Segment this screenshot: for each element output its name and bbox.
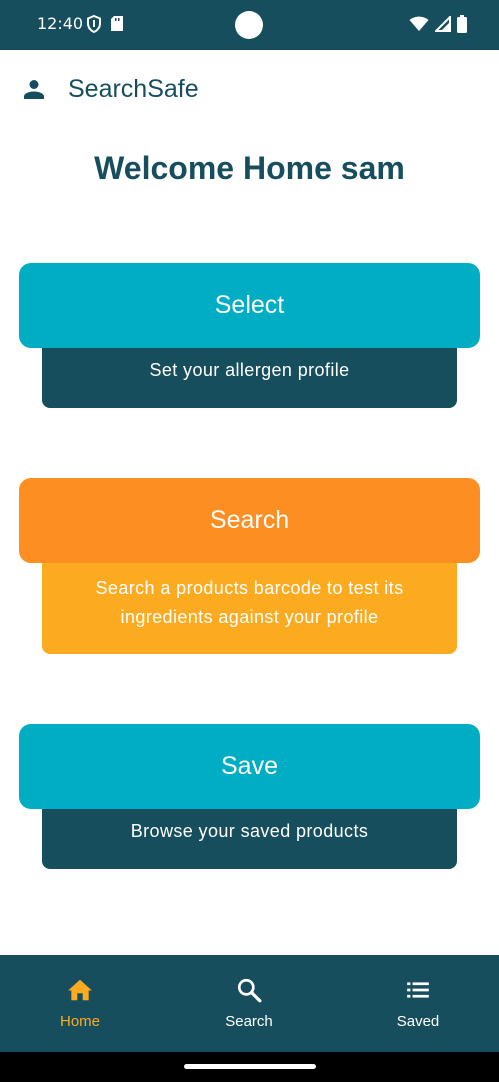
sd-card-icon bbox=[111, 16, 123, 31]
status-left-icons bbox=[86, 15, 124, 33]
select-description-text: Set your allergen profile bbox=[149, 360, 350, 380]
status-right-icons bbox=[409, 15, 467, 33]
signal-icon bbox=[435, 16, 451, 32]
nav-item-home[interactable]: Home bbox=[0, 955, 163, 1052]
status-bar: 12:40 bbox=[0, 0, 499, 50]
save-button[interactable]: Save bbox=[19, 724, 480, 809]
search-description-text: Search a products barcode to test its in… bbox=[95, 578, 404, 627]
search-icon bbox=[237, 978, 262, 1003]
nav-label-saved: Saved bbox=[396, 1013, 440, 1030]
nav-label-search: Search bbox=[225, 1013, 273, 1030]
select-button[interactable]: Select bbox=[19, 263, 480, 348]
welcome-heading: Welcome Home sam bbox=[94, 150, 405, 186]
list-icon bbox=[407, 982, 429, 998]
camera-cutout bbox=[235, 11, 263, 39]
battery-icon bbox=[457, 15, 467, 33]
wifi-icon bbox=[409, 16, 429, 31]
app-title: SearchSafe bbox=[68, 75, 199, 103]
status-time: 12:40 bbox=[37, 14, 84, 33]
home-icon bbox=[68, 979, 92, 1001]
bottom-nav: Home Search Saved bbox=[0, 955, 499, 1052]
select-button-label: Select bbox=[214, 291, 285, 319]
save-button-label: Save bbox=[221, 752, 278, 780]
shield-icon bbox=[87, 15, 101, 33]
gesture-handle[interactable] bbox=[184, 1064, 316, 1069]
nav-label-home: Home bbox=[59, 1013, 100, 1030]
save-description-text: Browse your saved products bbox=[130, 821, 369, 841]
search-button-label: Search bbox=[209, 506, 290, 534]
nav-item-search[interactable]: Search bbox=[166, 955, 332, 1052]
gesture-area bbox=[0, 1052, 499, 1082]
app-bar: SearchSafe bbox=[0, 50, 499, 130]
person-icon[interactable] bbox=[22, 77, 46, 101]
nav-item-saved[interactable]: Saved bbox=[335, 955, 499, 1052]
search-button[interactable]: Search bbox=[19, 478, 480, 563]
